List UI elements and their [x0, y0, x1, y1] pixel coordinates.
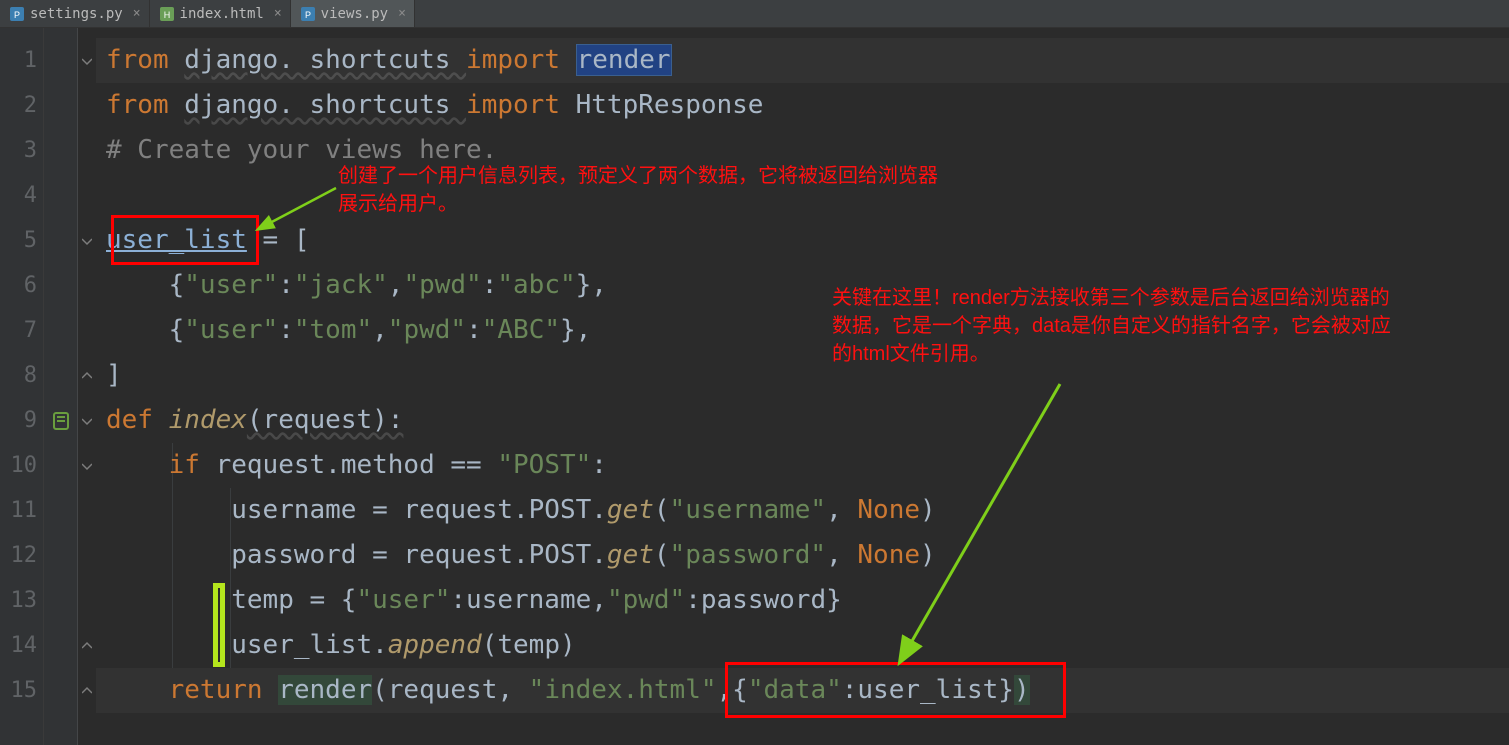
code-line[interactable]: {"user":"jack","pwd":"abc"},: [96, 263, 1509, 308]
line-number: 10: [0, 443, 43, 488]
close-icon[interactable]: ×: [129, 6, 141, 21]
line-number: 6: [0, 263, 43, 308]
code-line[interactable]: return render(request, "index.html",{"da…: [96, 668, 1509, 713]
fold-end-icon[interactable]: [78, 353, 96, 398]
code-line[interactable]: [96, 173, 1509, 218]
svg-text:P: P: [305, 10, 311, 20]
code-line[interactable]: from django. shortcuts import HttpRespon…: [96, 83, 1509, 128]
code-line[interactable]: user_list = [: [96, 218, 1509, 263]
line-number: 5: [0, 218, 43, 263]
fold-end-icon[interactable]: [78, 623, 96, 668]
code-line[interactable]: # Create your views here.: [96, 128, 1509, 173]
fold-toggle-icon[interactable]: [78, 398, 96, 443]
tab-label: index.html: [180, 6, 264, 22]
fold-toggle-icon[interactable]: [78, 38, 96, 83]
fold-toggle-icon[interactable]: [78, 443, 96, 488]
code-line[interactable]: password = request.POST.get("password", …: [96, 533, 1509, 578]
code-line[interactable]: if request.method == "POST":: [96, 443, 1509, 488]
code-editor[interactable]: from django. shortcuts import render fro…: [96, 28, 1509, 745]
line-number: 12: [0, 533, 43, 578]
editor-tab-bar: P settings.py × H index.html × P views.p…: [0, 0, 1509, 28]
svg-text:P: P: [14, 10, 20, 20]
code-line[interactable]: from django. shortcuts import render: [96, 38, 1509, 83]
python-file-icon: P: [10, 7, 24, 21]
fold-end-icon[interactable]: [78, 668, 96, 713]
tab-label: views.py: [321, 6, 388, 22]
fold-toggle-icon[interactable]: [78, 218, 96, 263]
close-icon[interactable]: ×: [270, 6, 282, 21]
line-number: 1: [0, 38, 43, 83]
line-number: 2: [0, 83, 43, 128]
line-number: 15: [0, 668, 43, 713]
line-number: 9: [0, 398, 43, 443]
code-line[interactable]: def index(request):: [96, 398, 1509, 443]
html-file-icon: H: [160, 7, 174, 21]
code-line[interactable]: user_list.append(temp): [96, 623, 1509, 668]
tab-index[interactable]: H index.html ×: [150, 0, 291, 27]
has-usage-icon[interactable]: [44, 398, 77, 443]
close-icon[interactable]: ×: [394, 6, 406, 21]
tab-views[interactable]: P views.py ×: [291, 0, 415, 27]
line-number-gutter: 1 2 3 4 5 6 7 8 9 10 11 12 13 14 15: [0, 28, 44, 745]
editor-area: 1 2 3 4 5 6 7 8 9 10 11 12 13 14 15: [0, 28, 1509, 745]
gutter-icon-column: [44, 28, 78, 745]
line-number: 14: [0, 623, 43, 668]
code-line[interactable]: username = request.POST.get("username", …: [96, 488, 1509, 533]
svg-text:H: H: [163, 10, 170, 20]
code-line[interactable]: {"user":"tom","pwd":"ABC"},: [96, 308, 1509, 353]
line-number: 4: [0, 173, 43, 218]
line-number: 8: [0, 353, 43, 398]
line-number: 13: [0, 578, 43, 623]
fold-gutter: [78, 28, 96, 745]
line-number: 7: [0, 308, 43, 353]
tab-settings[interactable]: P settings.py ×: [0, 0, 150, 27]
line-number: 11: [0, 488, 43, 533]
python-file-icon: P: [301, 7, 315, 21]
code-line[interactable]: ]: [96, 353, 1509, 398]
line-number: 3: [0, 128, 43, 173]
code-line[interactable]: temp = {"user":username,"pwd":password}: [96, 578, 1509, 623]
tab-label: settings.py: [30, 6, 123, 22]
